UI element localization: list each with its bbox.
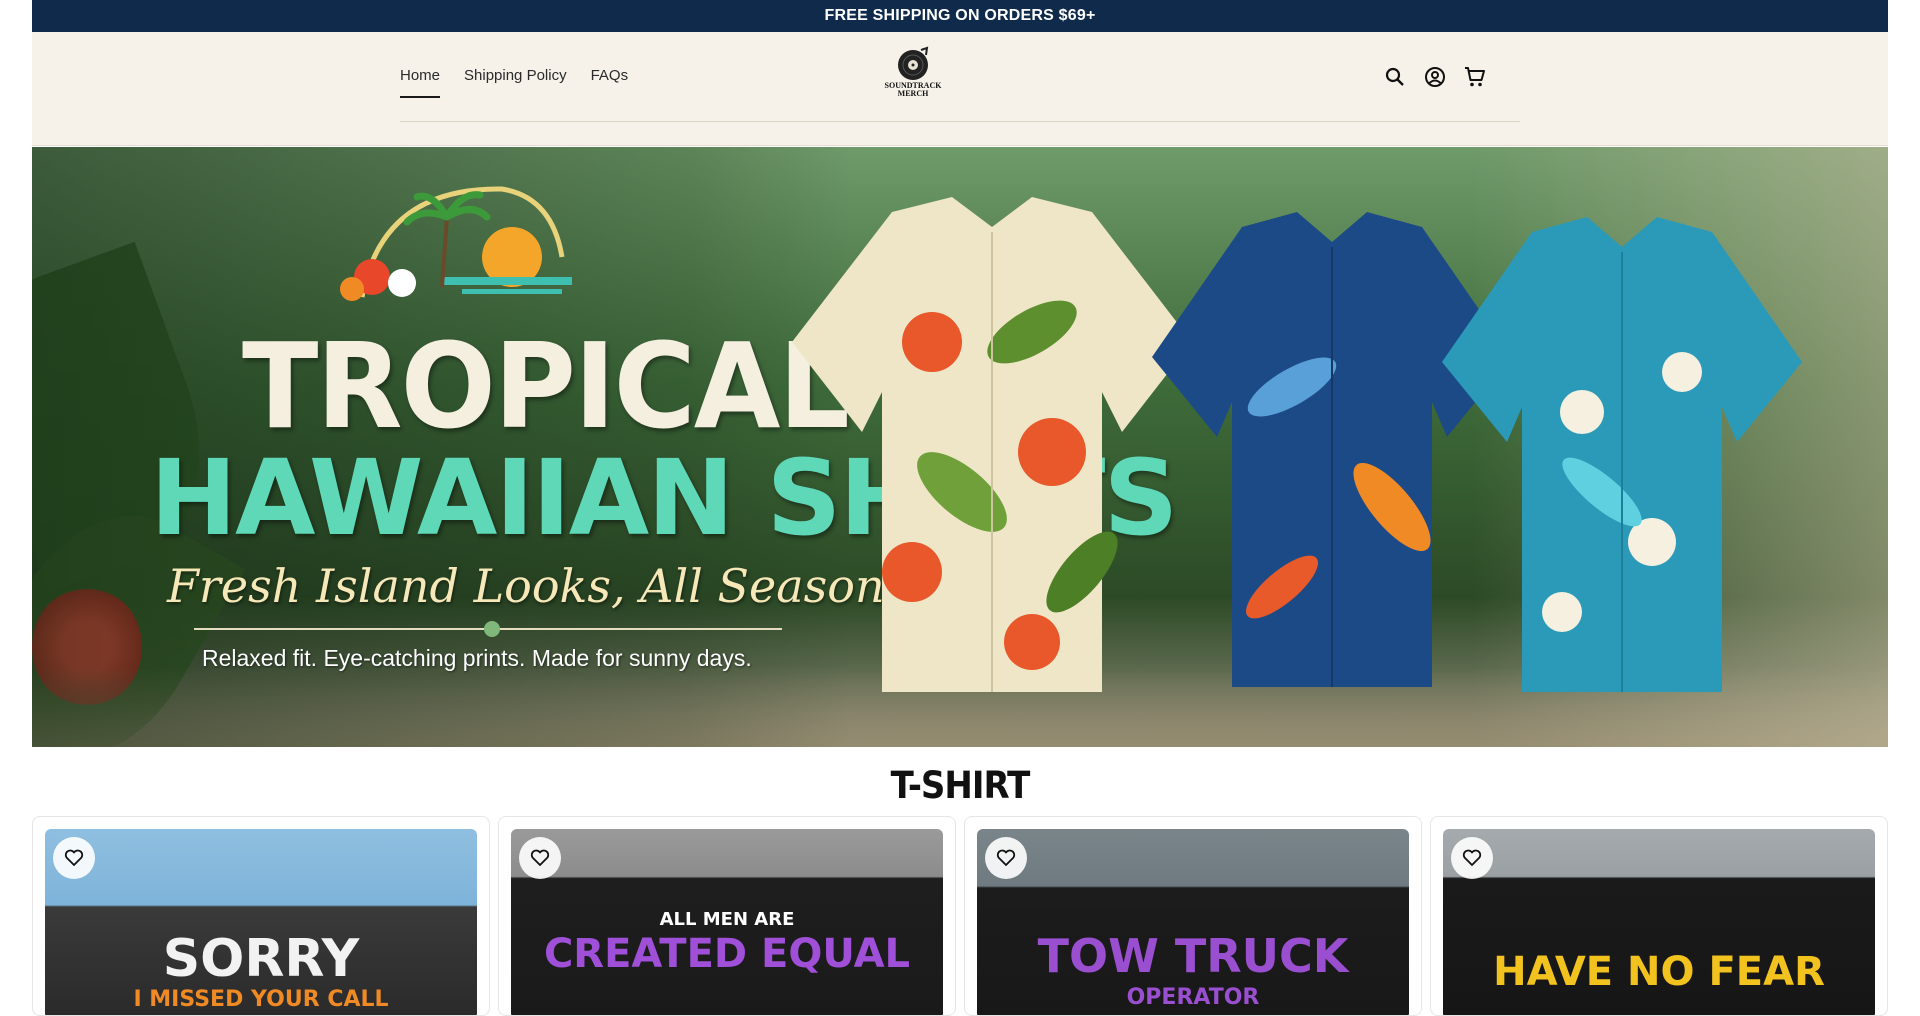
wishlist-heart-icon[interactable] [53,837,95,879]
main-nav: Home Shipping Policy FAQs [400,67,628,98]
hero-banner[interactable]: TROPICAL HAWAIIAN SHIRTS Fresh Island Lo… [32,147,1888,747]
vinyl-record-icon [898,46,929,80]
leaf-ornament-icon [484,621,500,637]
product-image[interactable]: SORRY I MISSED YOUR CALL [45,829,477,1015]
product-image[interactable]: ALL MEN ARE CREATED EQUAL [511,829,943,1015]
announcement-bar: FREE SHIPPING ON ORDERS $69+ [32,0,1888,32]
product-card[interactable]: HAVE NO FEAR [1430,816,1888,1016]
tropical-emblem-icon [340,186,572,301]
product-image[interactable]: TOW TRUCK OPERATOR [977,829,1409,1015]
hero-title-line1: TROPICAL [242,318,850,456]
wishlist-heart-icon[interactable] [985,837,1027,879]
nav-home[interactable]: Home [400,67,441,98]
wishlist-heart-icon[interactable] [519,837,561,879]
cream-floral-shirt-image [792,197,1192,692]
cart-icon[interactable] [1462,64,1488,90]
product-print-line1: SORRY [162,929,360,989]
nav-faqs[interactable]: FAQs [591,67,629,98]
product-print-line1: ALL MEN ARE [659,909,795,930]
wishlist-heart-icon[interactable] [1451,837,1493,879]
product-print-line2: I MISSED YOUR CALL [133,987,389,1012]
hero-subtitle: Relaxed fit. Eye-catching prints. Made f… [202,645,752,671]
account-icon[interactable] [1422,64,1448,90]
product-grid: SORRY I MISSED YOUR CALL ALL MEN ARE CRE… [32,816,1888,1016]
announcement-text: FREE SHIPPING ON ORDERS $69+ [824,7,1096,24]
product-print-line2: OPERATOR [1126,985,1260,1010]
site-header: Home Shipping Policy FAQs SOUNDTRACK MER… [32,32,1888,146]
nav-shipping-policy[interactable]: Shipping Policy [464,67,567,98]
search-icon[interactable] [1382,64,1408,90]
product-card[interactable]: SORRY I MISSED YOUR CALL [32,816,490,1016]
header-divider [400,121,1520,122]
product-print-line1: TOW TRUCK [1037,929,1349,983]
logo-line2: MERCH [897,89,929,98]
header-icons [1382,64,1488,90]
site-logo[interactable]: SOUNDTRACK MERCH [877,46,949,100]
teal-floral-shirt-image [1442,217,1802,692]
product-card[interactable]: ALL MEN ARE CREATED EQUAL [498,816,956,1016]
section-title: T-SHIRT [890,764,1031,808]
product-image[interactable]: HAVE NO FEAR [1443,829,1875,1015]
product-card[interactable]: TOW TRUCK OPERATOR [964,816,1422,1016]
product-print-line1: HAVE NO FEAR [1493,949,1825,995]
page: FREE SHIPPING ON ORDERS $69+ Home Shippi… [32,0,1888,1016]
product-print-line2: CREATED EQUAL [543,931,911,977]
